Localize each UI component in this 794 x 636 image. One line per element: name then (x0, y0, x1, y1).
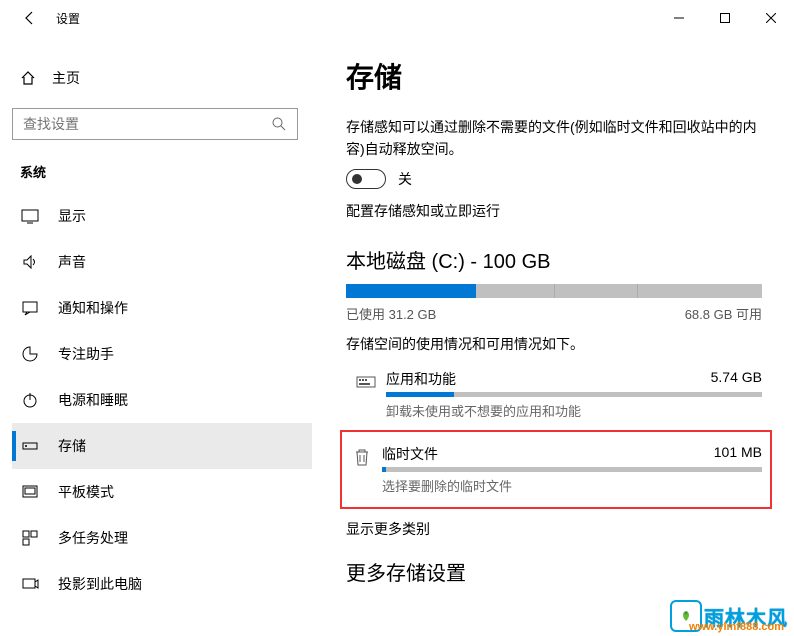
window-controls (656, 0, 794, 36)
focus-icon (20, 345, 40, 363)
home-label: 主页 (52, 68, 80, 88)
maximize-button[interactable] (702, 0, 748, 36)
minimize-button[interactable] (656, 0, 702, 36)
show-more-link[interactable]: 显示更多类别 (346, 519, 764, 539)
sidebar-item-label: 显示 (58, 206, 86, 226)
more-settings-title: 更多存储设置 (346, 557, 764, 586)
storage-item-name: 临时文件 (382, 444, 438, 464)
sidebar: 主页 系统 显示 声音 通知和操作 专注助手 电源和睡眠 存储 (0, 36, 312, 636)
storage-sense-toggle[interactable] (346, 169, 386, 189)
apps-icon (346, 369, 386, 393)
search-input[interactable] (12, 108, 298, 140)
window-title: 设置 (56, 10, 80, 27)
usage-desc: 存储空间的使用情况和可用情况如下。 (346, 333, 764, 355)
sidebar-item-sound[interactable]: 声音 (12, 239, 312, 285)
sidebar-item-label: 电源和睡眠 (58, 390, 128, 410)
sidebar-item-storage[interactable]: 存储 (12, 423, 312, 469)
used-label: 已使用 31.2 GB (346, 304, 436, 323)
sound-icon (20, 253, 40, 271)
sidebar-item-multitask[interactable]: 多任务处理 (12, 515, 312, 561)
storage-item-sub: 卸载未使用或不想要的应用和功能 (386, 401, 762, 420)
storage-item-sub: 选择要删除的临时文件 (382, 476, 762, 495)
watermark: 雨林木风 www.ylmf888.com (670, 600, 788, 632)
sidebar-item-notifications[interactable]: 通知和操作 (12, 285, 312, 331)
display-icon (20, 207, 40, 225)
sidebar-item-label: 投影到此电脑 (58, 574, 142, 594)
search-icon (271, 116, 287, 132)
sidebar-item-display[interactable]: 显示 (12, 193, 312, 239)
back-button[interactable] (18, 6, 42, 30)
watermark-url: www.ylmf888.com (689, 621, 784, 633)
highlighted-item: 临时文件 101 MB 选择要删除的临时文件 (340, 430, 772, 509)
sidebar-item-label: 平板模式 (58, 482, 114, 502)
search-field[interactable] (23, 116, 271, 132)
storage-item-temp[interactable]: 临时文件 101 MB 选择要删除的临时文件 (342, 438, 762, 501)
page-title: 存储 (346, 56, 764, 96)
free-label: 68.8 GB 可用 (685, 304, 762, 323)
trash-icon (342, 444, 382, 468)
sidebar-item-label: 通知和操作 (58, 298, 128, 318)
disk-usage-bar (346, 284, 762, 298)
disk-title: 本地磁盘 (C:) - 100 GB (346, 245, 764, 274)
toggle-state-label: 关 (398, 169, 412, 189)
multitask-icon (20, 529, 40, 547)
storage-item-apps[interactable]: 应用和功能 5.74 GB 卸载未使用或不想要的应用和功能 (346, 363, 762, 426)
home-icon (20, 70, 36, 86)
sidebar-item-label: 声音 (58, 252, 86, 272)
title-bar: 设置 (0, 0, 794, 36)
sidebar-item-tablet[interactable]: 平板模式 (12, 469, 312, 515)
sidebar-item-power[interactable]: 电源和睡眠 (12, 377, 312, 423)
storage-item-size: 5.74 GB (711, 369, 762, 389)
close-button[interactable] (748, 0, 794, 36)
notifications-icon (20, 299, 40, 317)
power-icon (20, 391, 40, 409)
configure-link[interactable]: 配置存储感知或立即运行 (346, 201, 764, 221)
sidebar-item-label: 存储 (58, 436, 86, 456)
sidebar-item-focus[interactable]: 专注助手 (12, 331, 312, 377)
home-link[interactable]: 主页 (12, 60, 312, 96)
sidebar-item-project[interactable]: 投影到此电脑 (12, 561, 312, 607)
storage-sense-desc: 存储感知可以通过删除不需要的文件(例如临时文件和回收站中的内容)自动释放空间。 (346, 116, 764, 161)
sidebar-item-label: 多任务处理 (58, 528, 128, 548)
content-pane: 存储 存储感知可以通过删除不需要的文件(例如临时文件和回收站中的内容)自动释放空… (312, 36, 794, 636)
project-icon (20, 575, 40, 593)
storage-item-size: 101 MB (714, 444, 762, 464)
storage-icon (20, 437, 40, 455)
tablet-icon (20, 483, 40, 501)
storage-item-name: 应用和功能 (386, 369, 456, 389)
section-header: 系统 (12, 158, 312, 193)
disk-usage-labels: 已使用 31.2 GB 68.8 GB 可用 (346, 304, 762, 323)
sidebar-item-label: 专注助手 (58, 344, 114, 364)
